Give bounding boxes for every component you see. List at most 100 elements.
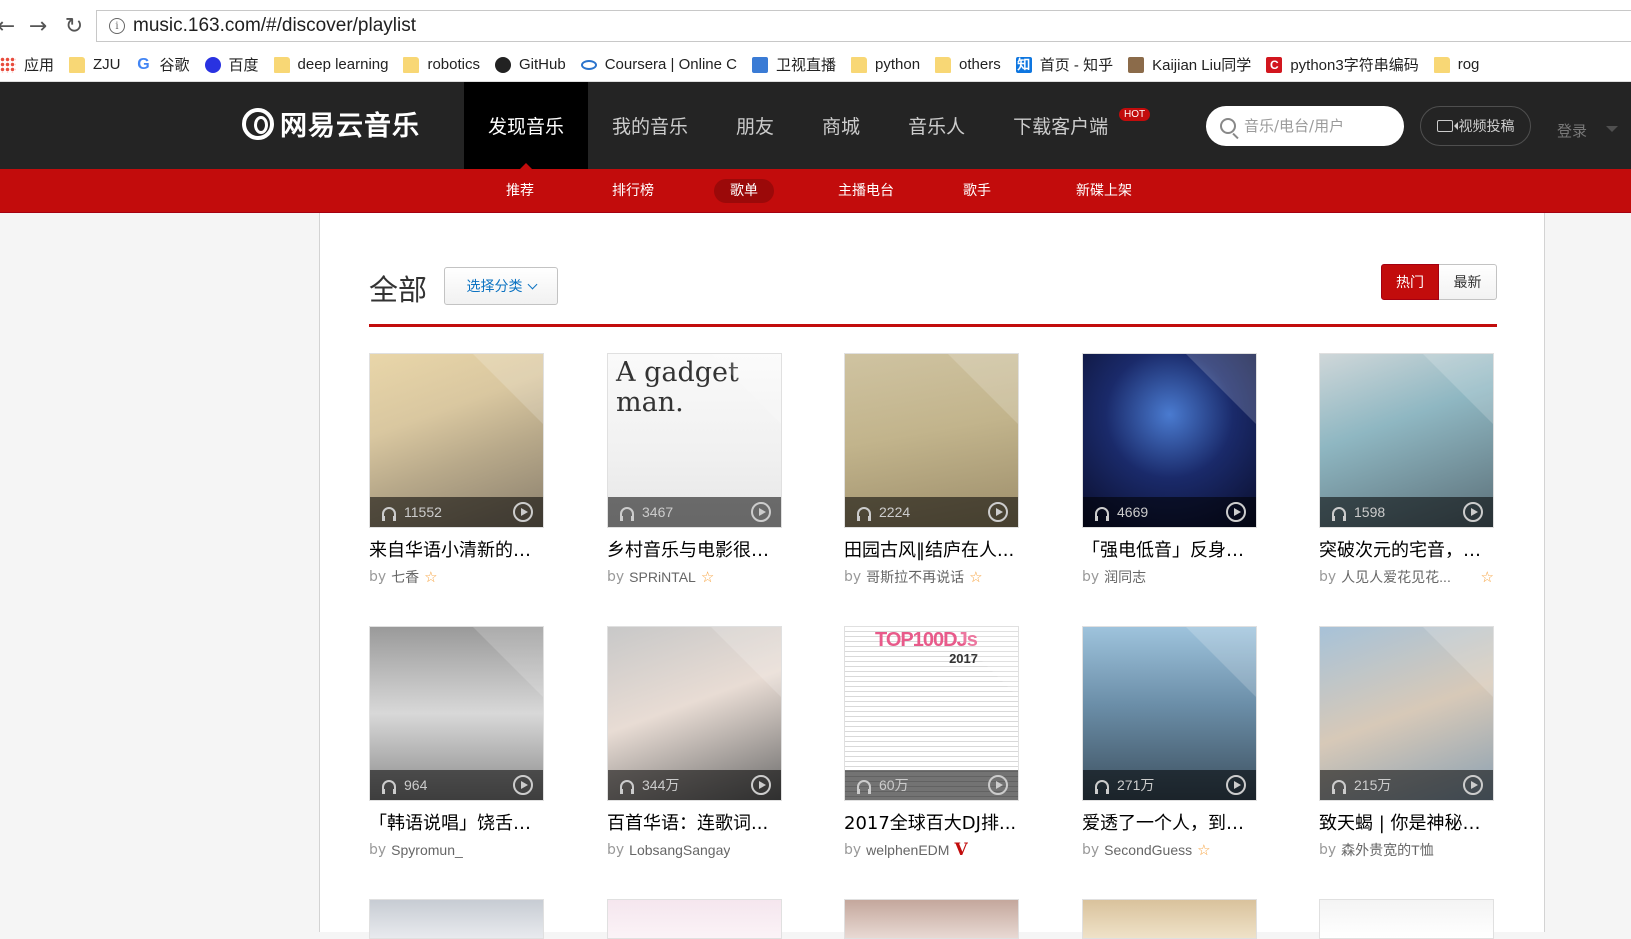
- nav-item[interactable]: 朋友: [712, 82, 798, 169]
- video-upload-button[interactable]: 视频投稿: [1420, 106, 1531, 146]
- creator-name[interactable]: 润同志: [1104, 567, 1146, 587]
- playlist-title[interactable]: 「强电低音」反身体...: [1082, 538, 1257, 564]
- playlist-cover[interactable]: A gadget man. 3467: [607, 353, 782, 528]
- bookmark-item[interactable]: 应用: [0, 48, 54, 81]
- playlist-title[interactable]: 乡村音乐与电影很搭哦: [607, 538, 782, 564]
- sort-new-button[interactable]: 最新: [1439, 264, 1497, 300]
- playlist-cover[interactable]: 11552: [369, 353, 544, 528]
- nav-item[interactable]: 商城: [798, 82, 884, 169]
- bookmark-item[interactable]: GitHub: [495, 48, 566, 81]
- select-category-button[interactable]: 选择分类: [444, 267, 558, 305]
- playlist-cover[interactable]: 344万: [607, 626, 782, 801]
- bookmark-item[interactable]: rog: [1433, 48, 1479, 81]
- playlist-cover[interactable]: [1082, 899, 1257, 939]
- playlist-cover[interactable]: 964: [369, 626, 544, 801]
- bookmark-item[interactable]: G 谷歌: [136, 48, 189, 81]
- by-label: by: [369, 842, 387, 858]
- playlist-content: 全部 选择分类 热门 最新 11552 来自华语小清新的问候 by 七香 ☆ A gadg…: [319, 213, 1545, 939]
- bookmark-item[interactable]: 百度: [204, 48, 259, 81]
- playlist-title[interactable]: 爱透了一个人，到底...: [1082, 811, 1257, 837]
- sort-hot-button[interactable]: 热门: [1381, 264, 1439, 300]
- play-icon[interactable]: [1226, 775, 1246, 795]
- bookmark-item[interactable]: Coursera | Online C: [580, 48, 737, 81]
- subnav-item[interactable]: 歌单: [714, 179, 774, 203]
- play-icon[interactable]: [1463, 502, 1483, 522]
- creator-name[interactable]: 人见人爱花见花...: [1341, 567, 1451, 587]
- bookmark-item[interactable]: robotics: [403, 48, 480, 81]
- playlist-cover[interactable]: 215万: [1319, 626, 1494, 801]
- playlist-title[interactable]: 百首华语：连歌词...: [607, 811, 782, 837]
- play-icon[interactable]: [988, 775, 1008, 795]
- bookmark-item[interactable]: others: [935, 48, 1001, 81]
- bookmark-item[interactable]: 知首页 - 知乎: [1015, 48, 1113, 81]
- info-icon[interactable]: i: [109, 18, 125, 34]
- subnav-item[interactable]: 主播电台: [822, 179, 910, 203]
- nav-item[interactable]: 发现音乐: [464, 82, 589, 169]
- address-bar[interactable]: i music.163.com/#/discover/playlist: [96, 10, 1631, 42]
- playlist-title[interactable]: 突破次元的宅音，你...: [1319, 538, 1494, 564]
- playlist-cover[interactable]: 2224: [844, 353, 1019, 528]
- playlist-cover[interactable]: [844, 899, 1019, 939]
- playlist-title[interactable]: 致天蝎 | 你是神秘还...: [1319, 811, 1494, 837]
- playlist-cover[interactable]: [1319, 899, 1494, 939]
- subnav-item[interactable]: 排行榜: [596, 179, 670, 203]
- search-box[interactable]: [1206, 106, 1404, 146]
- cover-shine: [948, 354, 1018, 424]
- forward-arrow-icon[interactable]: →: [24, 12, 52, 40]
- creator-name[interactable]: welphenEDM: [866, 842, 949, 858]
- playlist-cover[interactable]: TOP100DJs 2017 60万: [844, 626, 1019, 801]
- playlist-title[interactable]: 2017全球百大DJ排...: [844, 811, 1019, 837]
- zhihu-icon: 知: [1015, 56, 1032, 73]
- play-icon[interactable]: [988, 502, 1008, 522]
- subnav-item[interactable]: 新碟上架: [1060, 179, 1148, 203]
- nav-item[interactable]: 下载客户端 HOT: [989, 82, 1152, 169]
- back-arrow-icon[interactable]: ←: [0, 12, 20, 40]
- playlist-title[interactable]: 来自华语小清新的问候: [369, 538, 544, 564]
- reload-icon[interactable]: ↻: [60, 12, 88, 40]
- playlist-creator-row: by 七香 ☆: [369, 567, 544, 587]
- play-count-bar: 2224: [845, 497, 1018, 527]
- creator-name[interactable]: LobsangSangay: [629, 842, 730, 858]
- creator-name[interactable]: Spyromun_: [391, 842, 463, 858]
- page-title: 全部: [369, 273, 428, 307]
- bookmark-item[interactable]: deep learning: [273, 48, 388, 81]
- playlist-cover[interactable]: 271万: [1082, 626, 1257, 801]
- bookmark-item[interactable]: python: [851, 48, 920, 81]
- bookmark-item[interactable]: Kaijian Liu同学: [1128, 48, 1251, 81]
- creator-name[interactable]: 七香: [391, 567, 419, 587]
- play-count: 60万: [879, 777, 909, 793]
- creator-name[interactable]: 哥斯拉不再说话: [866, 567, 964, 587]
- creator-name[interactable]: SPRiNTAL: [629, 569, 696, 585]
- bookmark-item[interactable]: 卫视直播: [751, 48, 836, 81]
- play-icon[interactable]: [513, 775, 533, 795]
- playlist-cover[interactable]: [607, 899, 782, 939]
- play-icon[interactable]: [1226, 502, 1246, 522]
- baidu-paw-icon: [204, 56, 221, 73]
- play-icon[interactable]: [1463, 775, 1483, 795]
- subnav-item[interactable]: 歌手: [947, 179, 1007, 203]
- nav-item[interactable]: 我的音乐: [588, 82, 712, 169]
- netease-music-logo[interactable]: 网易云音乐: [242, 104, 420, 143]
- playlist-title[interactable]: 田园古风‖结庐在人...: [844, 538, 1019, 564]
- playlist-cover[interactable]: 4669: [1082, 353, 1257, 528]
- nav-item[interactable]: 音乐人: [884, 82, 989, 169]
- caret-down-icon[interactable]: [1606, 126, 1618, 138]
- subnav-item[interactable]: 推荐: [490, 179, 550, 203]
- hot-badge: HOT: [1118, 108, 1151, 121]
- coursera-icon: [580, 59, 597, 70]
- login-link[interactable]: 登录: [1557, 120, 1587, 141]
- play-icon[interactable]: [513, 502, 533, 522]
- bookmark-item[interactable]: ZJU: [69, 48, 121, 81]
- play-icon[interactable]: [751, 502, 771, 522]
- headphones-icon: [620, 507, 634, 521]
- playlist-cover[interactable]: [369, 899, 544, 939]
- search-input[interactable]: [1244, 117, 1394, 135]
- playlist-title[interactable]: 「韩语说唱」饶舌是...: [369, 811, 544, 837]
- bookmark-item[interactable]: Cpython3字符串编码: [1266, 48, 1419, 81]
- creator-name[interactable]: 森外贵宽的T恤: [1341, 840, 1434, 860]
- play-icon[interactable]: [751, 775, 771, 795]
- creator-name[interactable]: SecondGuess: [1104, 842, 1192, 858]
- playlist-cover[interactable]: 1598: [1319, 353, 1494, 528]
- bookmark-label: others: [959, 56, 1001, 73]
- folder-icon: [273, 56, 290, 73]
